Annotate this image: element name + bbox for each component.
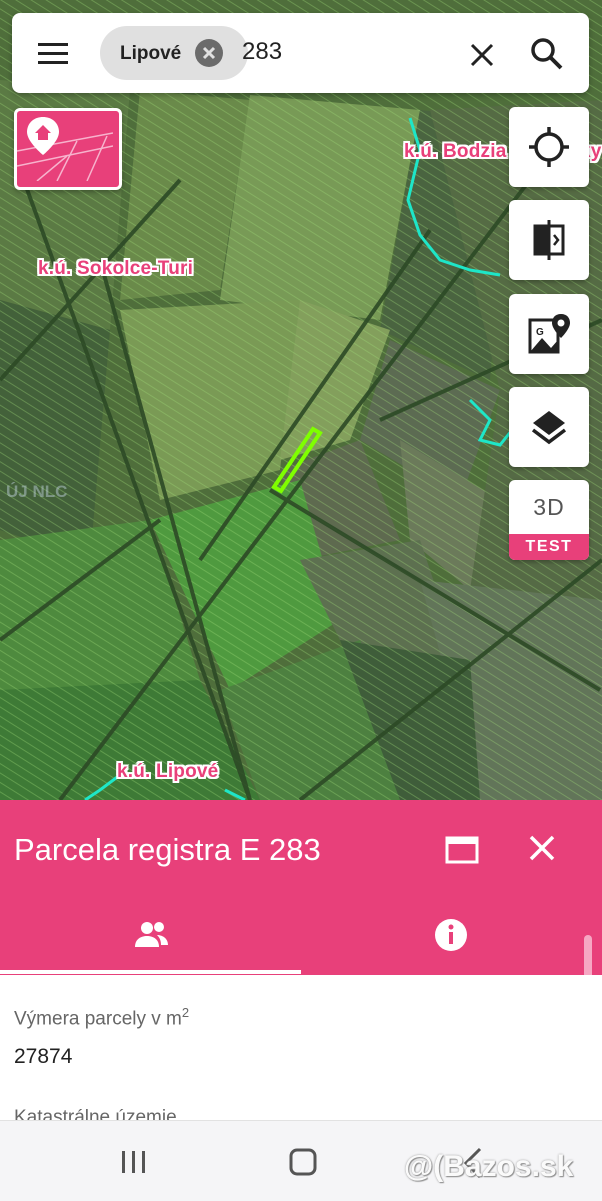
map-label-sokolce: k.ú. Sokolce-Turi	[38, 258, 194, 279]
field-area-value: 27874	[14, 1045, 73, 1068]
google-maps-icon: G	[528, 314, 570, 354]
gps-crosshair-icon	[529, 127, 569, 167]
chip-clear-button[interactable]	[195, 39, 223, 67]
home-icon	[289, 1148, 317, 1176]
close-icon	[470, 43, 494, 67]
search-chip[interactable]: Lipové	[100, 26, 248, 80]
google-maps-button[interactable]: G	[509, 294, 589, 374]
search-icon	[531, 38, 563, 70]
map-mode-button[interactable]	[14, 108, 122, 190]
3d-test-button[interactable]: 3D TEST	[509, 480, 589, 560]
field-area-label: Výmera parcely v m2	[14, 1005, 190, 1030]
tab-owners[interactable]	[0, 900, 301, 970]
map-faint-overlay: ÚJ NLC	[6, 482, 68, 501]
map-label-bodzia: k.ú. Bodzia	[404, 141, 507, 162]
expand-panel-button[interactable]	[444, 832, 480, 868]
cancel-circle-icon	[202, 46, 216, 60]
map-pin-parcel-icon	[17, 117, 114, 182]
watermark: @(Bazos.sk	[404, 1150, 574, 1183]
search-button[interactable]	[528, 35, 566, 73]
field-cadastral-area-label: Katastrálne územie	[14, 1107, 177, 1120]
info-icon	[435, 919, 467, 951]
clear-search-button[interactable]	[464, 37, 500, 73]
people-icon	[135, 922, 168, 947]
active-tab-indicator	[0, 970, 301, 974]
parcel-details: Výmera parcely v m2 27874 Katastrálne úz…	[0, 975, 602, 1120]
menu-button[interactable]	[34, 35, 72, 71]
window-maximize-icon	[445, 836, 479, 864]
home-button[interactable]	[278, 1143, 328, 1183]
layers-icon	[531, 411, 567, 445]
recent-apps-icon	[122, 1151, 145, 1173]
svg-text:G: G	[536, 327, 544, 338]
tab-info[interactable]	[301, 900, 602, 970]
close-panel-button[interactable]	[524, 830, 560, 866]
test-badge: TEST	[509, 534, 589, 560]
compare-split-icon	[533, 220, 565, 260]
locate-button[interactable]	[509, 107, 589, 187]
search-input[interactable]: 283	[242, 38, 282, 66]
panel-title: Parcela registra E 283	[14, 832, 321, 867]
parcel-panel-header: Parcela registra E 283	[0, 800, 602, 975]
close-icon	[529, 835, 555, 861]
layers-button[interactable]	[509, 387, 589, 467]
menu-icon	[38, 43, 68, 64]
recent-apps-button[interactable]	[108, 1143, 158, 1183]
search-bar: Lipové 283	[12, 13, 589, 93]
compare-button[interactable]	[509, 200, 589, 280]
3d-label: 3D	[533, 494, 565, 520]
map-label-lipove: k.ú. Lipové	[117, 761, 219, 782]
search-chip-label: Lipové	[120, 43, 182, 64]
